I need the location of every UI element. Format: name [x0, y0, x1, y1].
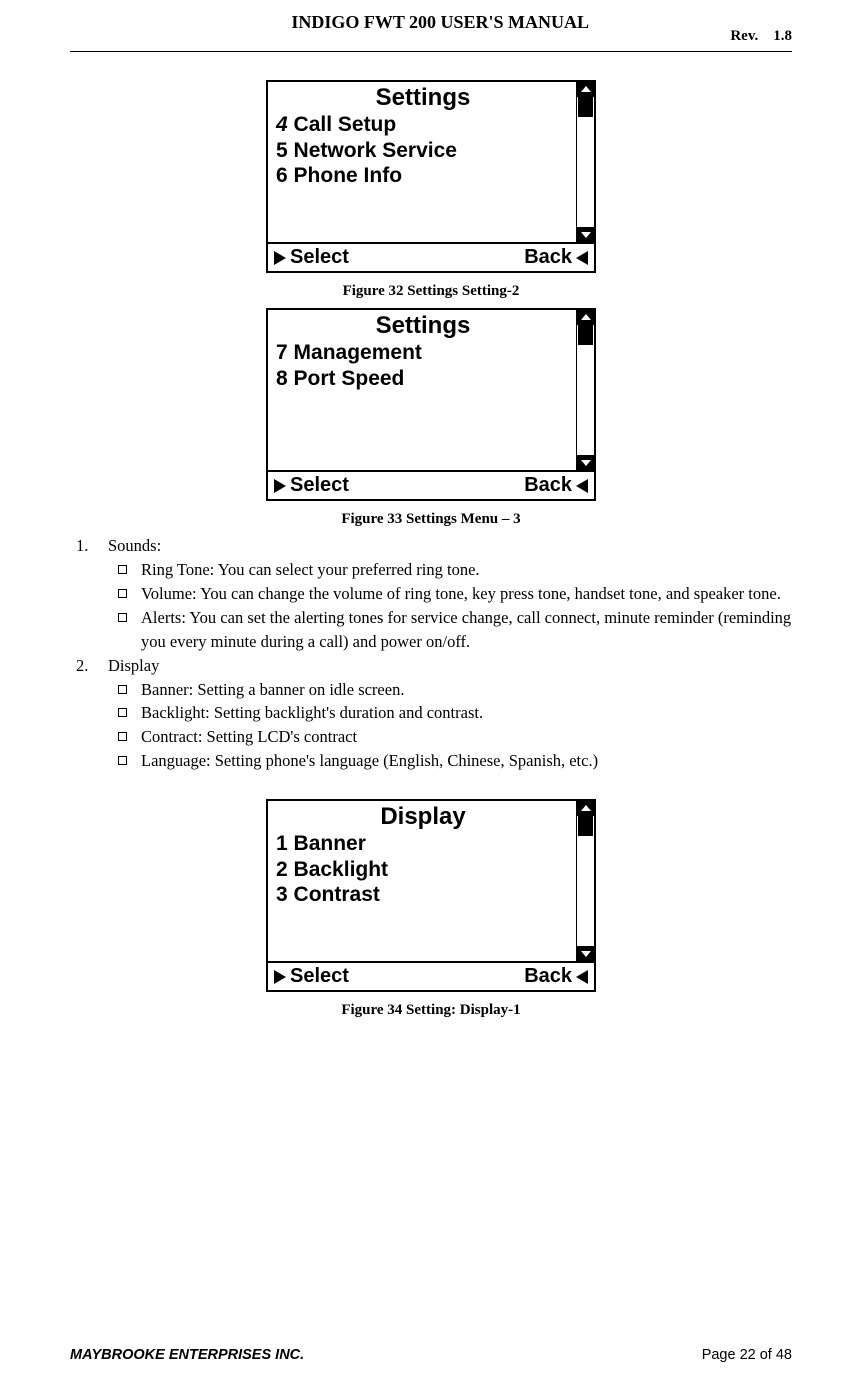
square-bullet-icon: [118, 685, 127, 694]
softkey-bar: Select Back: [268, 470, 594, 499]
page-footer: MAYBROOKE ENTERPRISES INC. Page 22 of 48: [70, 1347, 792, 1363]
screen-title: Display: [276, 803, 570, 831]
scroll-down-icon[interactable]: [577, 947, 594, 961]
scroll-up-icon[interactable]: [577, 310, 594, 324]
revision: Rev. 1.8: [730, 28, 792, 45]
figure-caption: Figure 32 Settings Setting-2: [266, 283, 596, 300]
list-item: 1. Sounds:: [76, 534, 792, 558]
list-item: Contract: Setting LCD's contract: [118, 725, 792, 749]
softkey-select[interactable]: Select: [274, 474, 349, 497]
square-bullet-icon: [118, 613, 127, 622]
scroll-down-icon[interactable]: [577, 456, 594, 470]
menu-item-phone-info[interactable]: 6 Phone Info: [276, 163, 570, 189]
menu-item-banner[interactable]: 1 Banner: [276, 831, 570, 857]
scroll-thumb[interactable]: [578, 816, 593, 836]
screen-title: Settings: [276, 312, 570, 340]
list-item: Volume: You can change the volume of rin…: [118, 582, 792, 606]
manual-title: INDIGO FWT 200 USER'S MANUAL: [150, 12, 730, 33]
softkey-select[interactable]: Select: [274, 965, 349, 988]
lcd-screen-display-1: Display 1 Banner 2 Backlight 3 Contrast …: [266, 799, 596, 992]
softkey-back[interactable]: Back: [524, 965, 588, 988]
softkey-select[interactable]: Select: [274, 246, 349, 269]
scroll-thumb[interactable]: [578, 325, 593, 345]
footer-page: Page 22 of 48: [702, 1347, 792, 1363]
scrollbar[interactable]: [576, 310, 594, 470]
menu-item-call-setup[interactable]: 4 Call Setup: [276, 112, 570, 138]
list-item: Alerts: You can set the alerting tones f…: [118, 606, 792, 654]
scrollbar[interactable]: [576, 801, 594, 961]
arrow-left-icon: [576, 251, 588, 265]
menu-item-contrast[interactable]: 3 Contrast: [276, 882, 570, 908]
arrow-right-icon: [274, 970, 286, 984]
scroll-track[interactable]: [577, 324, 594, 456]
figure-caption: Figure 34 Setting: Display-1: [266, 1002, 596, 1019]
softkey-bar: Select Back: [268, 242, 594, 271]
list-item: Backlight: Setting backlight's duration …: [118, 701, 792, 725]
square-bullet-icon: [118, 708, 127, 717]
menu-item-network-service[interactable]: 5 Network Service: [276, 138, 570, 164]
list-item: Ring Tone: You can select your preferred…: [118, 558, 792, 582]
square-bullet-icon: [118, 589, 127, 598]
scroll-up-icon[interactable]: [577, 82, 594, 96]
arrow-right-icon: [274, 251, 286, 265]
lcd-screen-settings-2: Settings 4 Call Setup 5 Network Service …: [266, 80, 596, 273]
scroll-down-icon[interactable]: [577, 228, 594, 242]
header-divider: [70, 51, 792, 52]
softkey-back[interactable]: Back: [524, 474, 588, 497]
list-item: Language: Setting phone's language (Engl…: [118, 749, 792, 773]
figure-caption: Figure 33 Settings Menu – 3: [266, 511, 596, 528]
menu-item-backlight[interactable]: 2 Backlight: [276, 857, 570, 883]
lcd-screen-settings-3: Settings 7 Management 8 Port Speed Selec…: [266, 308, 596, 501]
scroll-thumb[interactable]: [578, 97, 593, 117]
list-item: Banner: Setting a banner on idle screen.: [118, 678, 792, 702]
arrow-left-icon: [576, 479, 588, 493]
scroll-track[interactable]: [577, 96, 594, 228]
list-item: 2. Display: [76, 654, 792, 678]
softkey-back[interactable]: Back: [524, 246, 588, 269]
page-header: INDIGO FWT 200 USER'S MANUAL Rev. 1.8: [70, 12, 792, 45]
softkey-bar: Select Back: [268, 961, 594, 990]
screen-title: Settings: [276, 84, 570, 112]
square-bullet-icon: [118, 756, 127, 765]
square-bullet-icon: [118, 732, 127, 741]
scroll-up-icon[interactable]: [577, 801, 594, 815]
footer-company: MAYBROOKE ENTERPRISES INC.: [70, 1347, 304, 1363]
arrow-left-icon: [576, 970, 588, 984]
menu-item-management[interactable]: 7 Management: [276, 340, 570, 366]
scrollbar[interactable]: [576, 82, 594, 242]
square-bullet-icon: [118, 565, 127, 574]
scroll-track[interactable]: [577, 815, 594, 947]
menu-item-port-speed[interactable]: 8 Port Speed: [276, 366, 570, 392]
arrow-right-icon: [274, 479, 286, 493]
